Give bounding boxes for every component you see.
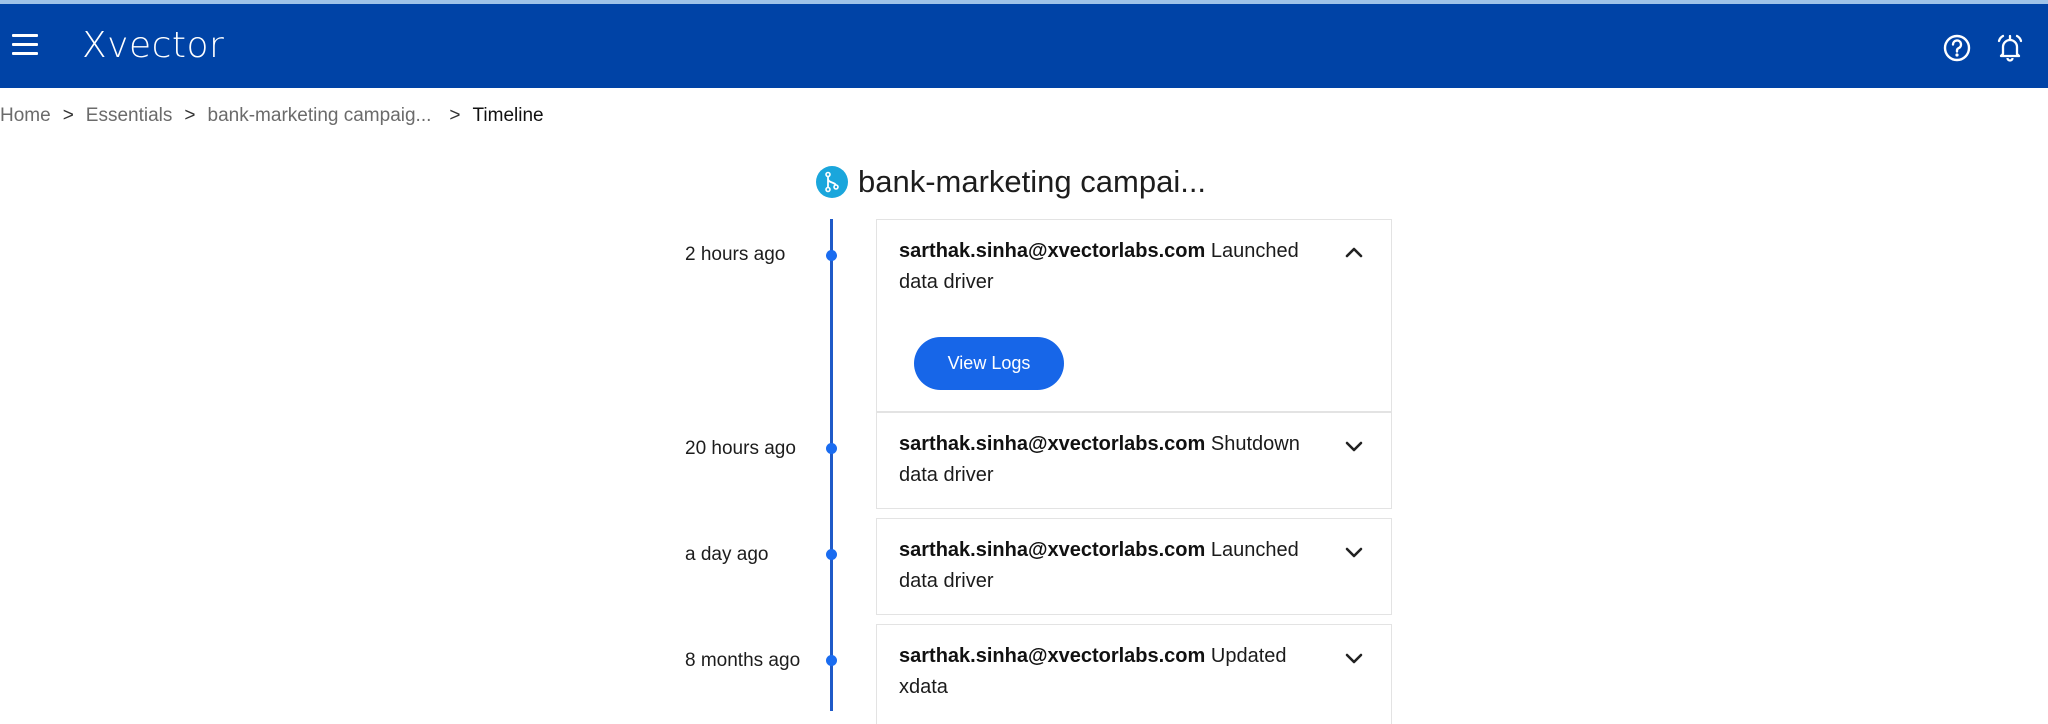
expand-chevron-icon[interactable] xyxy=(1343,435,1365,457)
timeline-action: Updated xyxy=(1210,645,1287,667)
branch-icon xyxy=(816,166,848,198)
timeline-subject: data driver xyxy=(899,464,994,486)
timeline-user: sarthak.sinha@xvectorlabs.com xyxy=(899,240,1206,262)
timeline-message: sarthak.sinha@xvectorlabs.com Launched d… xyxy=(899,236,1319,298)
expand-chevron-icon[interactable] xyxy=(1343,647,1365,669)
breadcrumb: Home > Essentials > bank-marketing campaig..… xyxy=(0,103,544,129)
timeline-card: sarthak.sinha@xvectorlabs.com Updated xd… xyxy=(876,624,1392,724)
timeline-user: sarthak.sinha@xvectorlabs.com xyxy=(899,645,1206,667)
timeline-line xyxy=(830,219,833,711)
menu-icon[interactable] xyxy=(10,34,40,56)
timeline-dot xyxy=(826,655,837,666)
timeline-dot xyxy=(826,549,837,560)
page-title: bank-marketing campai... xyxy=(858,164,1207,199)
view-logs-button[interactable]: View Logs xyxy=(914,337,1064,390)
timeline-card: sarthak.sinha@xvectorlabs.com Launched d… xyxy=(876,219,1392,412)
app-logo[interactable]: Xvector xyxy=(82,26,224,66)
timeline-message: sarthak.sinha@xvectorlabs.com Shutdown d… xyxy=(899,429,1319,491)
timeline-action: Launched xyxy=(1210,240,1299,262)
breadcrumb-separator: > xyxy=(449,105,461,126)
timeline-card: sarthak.sinha@xvectorlabs.com Shutdown d… xyxy=(876,412,1392,509)
breadcrumb-essentials[interactable]: Essentials xyxy=(86,105,173,126)
timeline-card: sarthak.sinha@xvectorlabs.com Launched d… xyxy=(876,518,1392,615)
timeline-time: 8 months ago xyxy=(685,650,801,671)
timeline-user: sarthak.sinha@xvectorlabs.com xyxy=(899,539,1206,561)
timeline-message: sarthak.sinha@xvectorlabs.com Updated xd… xyxy=(899,641,1319,703)
timeline-time: 20 hours ago xyxy=(685,438,796,459)
breadcrumb-separator: > xyxy=(62,105,74,126)
timeline-subject: data driver xyxy=(899,570,994,592)
collapse-chevron-icon[interactable] xyxy=(1343,242,1365,264)
breadcrumb-project[interactable]: bank-marketing campaig... xyxy=(208,105,432,126)
timeline-action: Launched xyxy=(1210,539,1299,561)
timeline-message: sarthak.sinha@xvectorlabs.com Launched d… xyxy=(899,535,1319,597)
timeline-dot xyxy=(826,443,837,454)
app-bar: Xvector xyxy=(0,4,2048,88)
timeline-subject: xdata xyxy=(899,676,948,698)
timeline-dot xyxy=(826,250,837,261)
timeline-user: sarthak.sinha@xvectorlabs.com xyxy=(899,433,1206,455)
breadcrumb-separator: > xyxy=(184,105,196,126)
timeline-time: 2 hours ago xyxy=(685,244,786,265)
breadcrumb-current: Timeline xyxy=(472,105,544,126)
help-icon[interactable] xyxy=(1941,32,1973,64)
timeline-time: a day ago xyxy=(685,544,769,565)
timeline-subject: data driver xyxy=(899,271,994,293)
timeline-action: Shutdown xyxy=(1210,433,1300,455)
expand-chevron-icon[interactable] xyxy=(1343,541,1365,563)
notification-bell-icon[interactable] xyxy=(1994,32,2026,64)
breadcrumb-home[interactable]: Home xyxy=(0,105,51,126)
